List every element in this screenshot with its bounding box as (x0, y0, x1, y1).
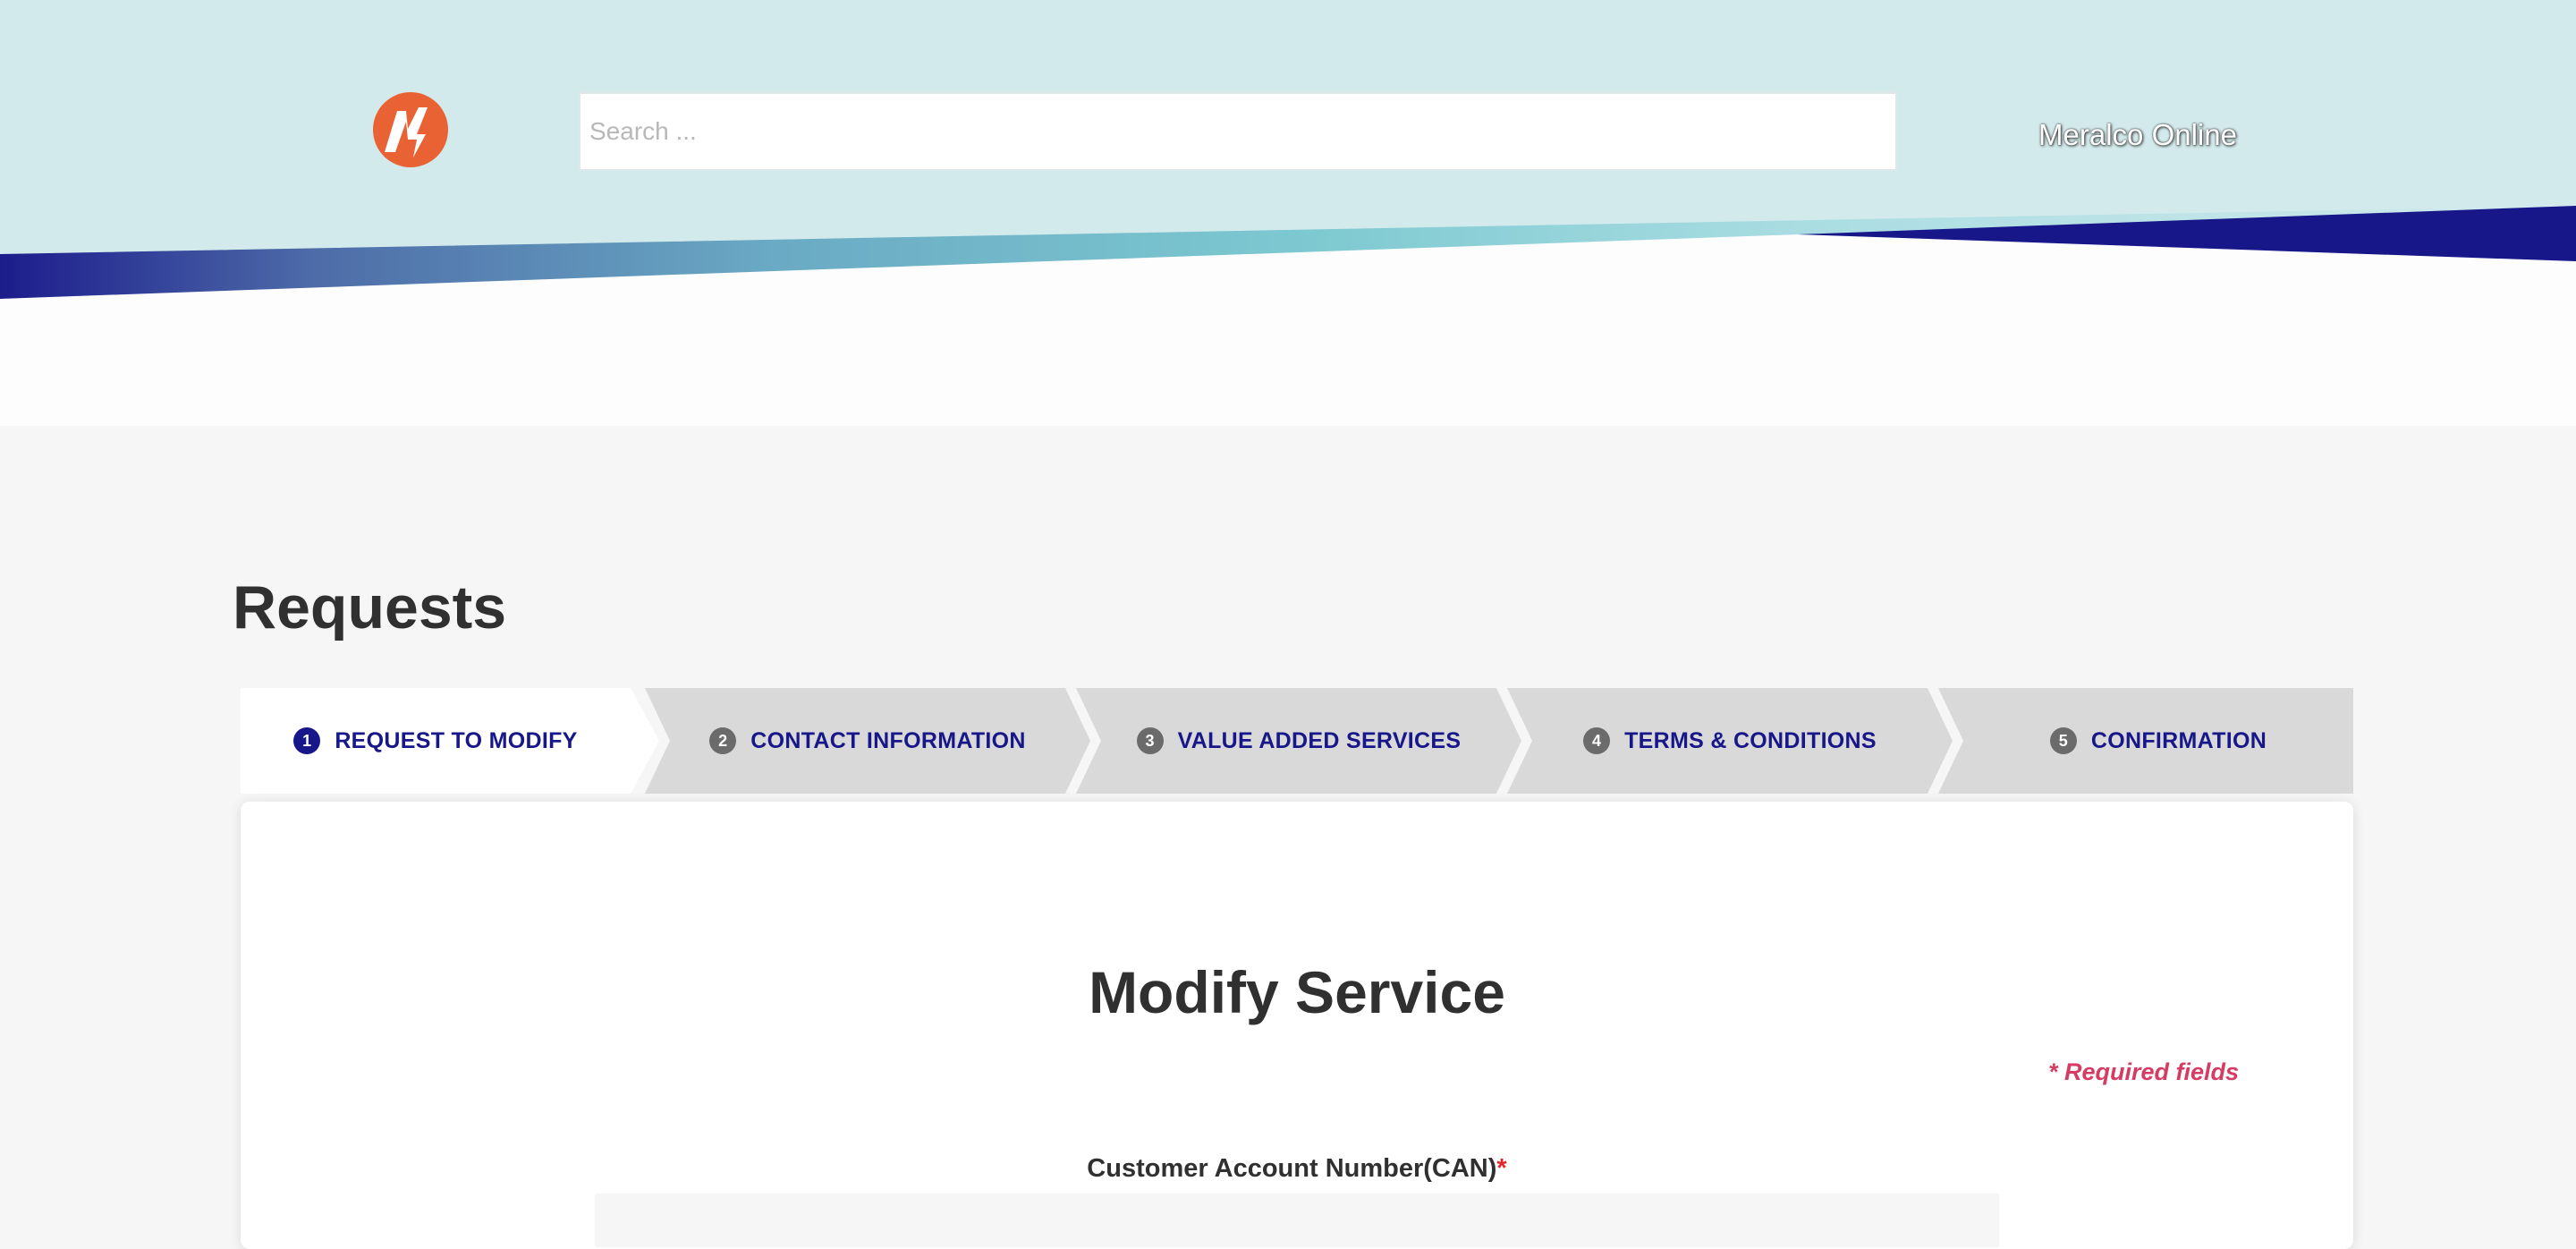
step-label: REQUEST TO MODIFY (335, 727, 578, 753)
form-title: Modify Service (1089, 959, 1505, 1025)
modify-service-form-card: Modify Service * Required fields Custome… (241, 802, 2353, 1249)
can-input[interactable] (595, 1194, 1999, 1247)
step-label: CONTACT INFORMATION (750, 727, 1026, 753)
step-value-added-services[interactable]: 3 VALUE ADDED SERVICES (1101, 688, 1496, 794)
can-label-text: Customer Account Number(CAN) (1087, 1154, 1497, 1183)
required-fields-note: * Required fields (2047, 1058, 2239, 1085)
step-request-to-modify[interactable]: 1 REQUEST TO MODIFY (241, 688, 631, 794)
step-number-badge: 3 (1136, 727, 1164, 754)
search-input[interactable] (579, 92, 1897, 171)
step-label: CONFIRMATION (2090, 727, 2267, 753)
meralco-logo-icon[interactable] (372, 91, 449, 168)
step-label: TERMS & CONDITIONS (1624, 727, 1877, 753)
step-label: VALUE ADDED SERVICES (1177, 727, 1462, 753)
meralco-online-link[interactable]: Meralco Online (2004, 118, 2272, 152)
step-confirmation[interactable]: 5 CONFIRMATION (1963, 688, 2353, 794)
step-terms-and-conditions[interactable]: 4 TERMS & CONDITIONS (1532, 688, 1928, 794)
step-number-badge: 4 (1583, 727, 1611, 754)
step-number-badge: 1 (293, 727, 321, 754)
page-title: Requests (233, 574, 507, 641)
required-asterisk: * (1496, 1154, 1507, 1183)
site-header: Meralco Online (0, 0, 2576, 426)
request-stepper: 1 REQUEST TO MODIFY 2 CONTACT INFORMATIO… (241, 688, 2353, 794)
can-field-label: Customer Account Number(CAN)* (241, 1154, 2353, 1184)
step-number-badge: 5 (2049, 727, 2077, 754)
step-number-badge: 2 (709, 727, 737, 754)
step-contact-information[interactable]: 2 CONTACT INFORMATION (670, 688, 1065, 794)
